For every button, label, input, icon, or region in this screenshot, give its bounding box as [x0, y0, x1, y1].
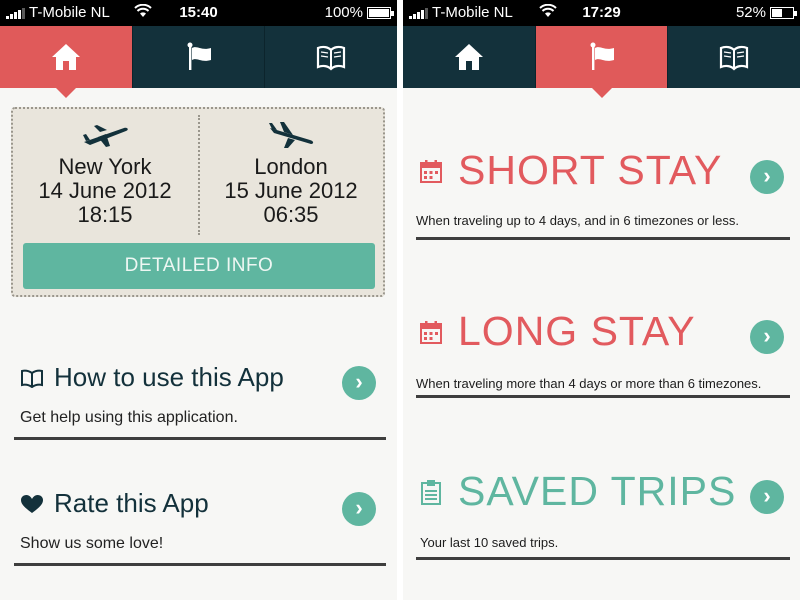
battery: 100% — [324, 4, 394, 21]
arrival-time: 06:35 — [263, 202, 319, 227]
departure-date: 14 June 2012 — [38, 178, 172, 203]
saved-trips-row[interactable]: SAVED TRIPS › Your last 10 saved trips. — [416, 468, 790, 560]
battery-percent: 52% — [735, 4, 766, 21]
flag-icon — [590, 42, 614, 70]
saved-trips-arrow-icon[interactable]: › — [750, 480, 784, 514]
open-book-icon — [21, 369, 43, 388]
rate-app-arrow-icon[interactable]: › — [342, 492, 376, 526]
long-stay-description: When traveling more than 4 days or more … — [416, 376, 762, 391]
how-to-use-arrow-icon[interactable]: › — [342, 366, 376, 400]
landing-plane-icon — [199, 119, 383, 151]
short-stay-arrow-icon[interactable]: › — [750, 160, 784, 194]
status-bar: T-Mobile NL 17:29 52% — [403, 0, 800, 26]
trips-screen: T-Mobile NL 17:29 52% SHORT STAY › When … — [403, 0, 800, 600]
book-icon — [720, 45, 749, 71]
flag-icon — [187, 42, 211, 70]
battery: 52% — [735, 4, 797, 21]
how-to-use-label: How to use this App — [54, 362, 284, 392]
home-icon — [51, 44, 80, 70]
home-screen: T-Mobile NL 15:40 100% New York 14 June … — [0, 0, 397, 600]
saved-trips-heading: SAVED TRIPS — [420, 468, 736, 515]
tab-home[interactable] — [0, 26, 133, 98]
calendar-icon — [420, 159, 442, 183]
arrival-city: London — [254, 154, 328, 179]
saved-trips-description: Your last 10 saved trips. — [420, 535, 559, 550]
short-stay-heading: SHORT STAY — [420, 147, 722, 194]
short-stay-description: When traveling up to 4 days, and in 6 ti… — [416, 213, 740, 228]
how-to-use-row[interactable]: How to use this App › Get help using thi… — [14, 362, 386, 440]
long-stay-title: LONG STAY — [458, 308, 696, 354]
battery-icon — [770, 6, 797, 19]
short-stay-row[interactable]: SHORT STAY › When traveling up to 4 days… — [416, 145, 790, 240]
tab-bar — [0, 26, 397, 98]
heart-icon — [21, 494, 43, 513]
takeoff-plane-icon — [13, 119, 197, 151]
departure: New York 14 June 2012 18:15 — [13, 119, 197, 227]
short-stay-title: SHORT STAY — [458, 147, 723, 193]
rate-app-row[interactable]: Rate this App › Show us some love! — [14, 488, 386, 566]
flight-card: New York 14 June 2012 18:15 London 15 Ju… — [11, 107, 385, 297]
arrival-date: 15 June 2012 — [224, 178, 358, 203]
tab-trips[interactable] — [133, 26, 266, 88]
rate-app-subtitle: Show us some love! — [20, 535, 164, 552]
how-to-use-title: How to use this App — [20, 362, 284, 393]
home-icon — [454, 44, 483, 70]
long-stay-arrow-icon[interactable]: › — [750, 320, 784, 354]
arrival: London 15 June 2012 06:35 — [199, 119, 383, 227]
tab-bar — [403, 26, 800, 98]
detailed-info-button[interactable]: DETAILED INFO — [23, 243, 375, 289]
long-stay-heading: LONG STAY — [420, 308, 696, 355]
tab-trips[interactable] — [535, 26, 669, 98]
tab-guide[interactable] — [668, 26, 800, 88]
departure-time: 18:15 — [77, 202, 133, 227]
how-to-use-subtitle: Get help using this application. — [20, 409, 238, 426]
battery-percent: 100% — [324, 4, 363, 21]
departure-city: New York — [58, 154, 152, 179]
battery-icon — [367, 6, 394, 19]
rate-app-label: Rate this App — [54, 488, 209, 518]
calendar-icon — [420, 320, 442, 344]
tab-guide[interactable] — [265, 26, 397, 88]
rate-app-title: Rate this App — [20, 488, 209, 519]
clipboard-icon — [421, 479, 441, 505]
long-stay-row[interactable]: LONG STAY › When traveling more than 4 d… — [416, 308, 790, 398]
tab-home[interactable] — [403, 26, 536, 88]
book-icon — [317, 45, 346, 71]
status-bar: T-Mobile NL 15:40 100% — [0, 0, 397, 26]
saved-trips-title: SAVED TRIPS — [458, 468, 737, 514]
